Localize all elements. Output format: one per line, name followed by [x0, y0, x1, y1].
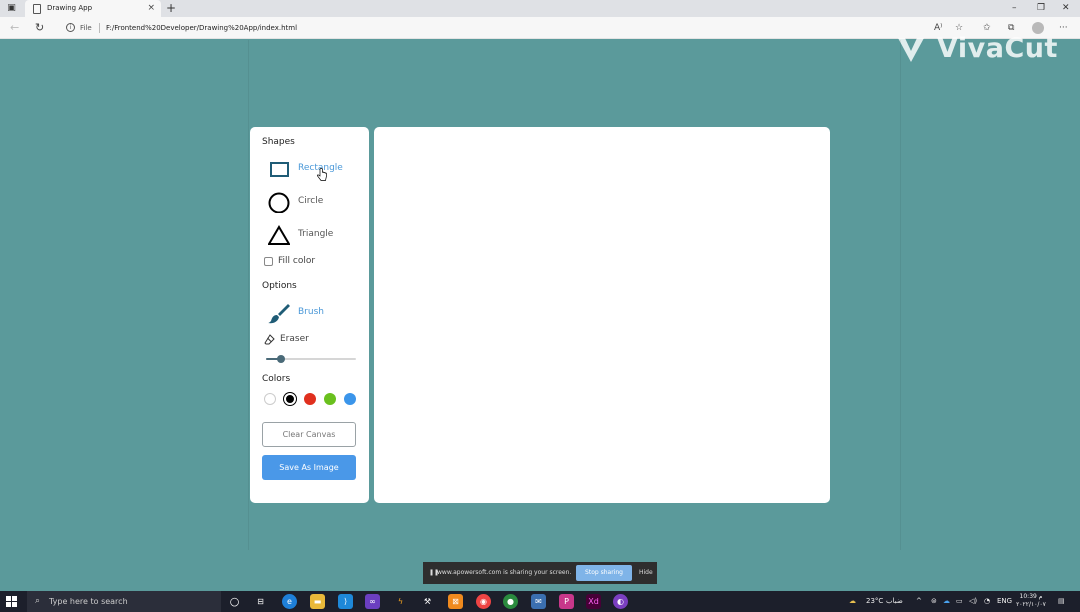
tab-drawing-app[interactable]: Drawing App × — [25, 0, 161, 17]
adobe-xd-icon[interactable]: Xd — [586, 594, 601, 609]
back-button[interactable]: ← — [10, 21, 19, 35]
brush-size-slider[interactable] — [266, 355, 356, 363]
page-icon — [33, 4, 41, 14]
mail-icon[interactable]: ✉ — [531, 594, 546, 609]
tab-actions-icon[interactable]: ▣ — [6, 3, 17, 14]
watermark-text: VivaCut — [937, 33, 1058, 64]
color-swatch[interactable] — [284, 393, 296, 405]
clear-canvas-button[interactable]: Clear Canvas — [262, 422, 356, 447]
tray-chevron-icon[interactable]: ^ — [916, 596, 922, 607]
obs-icon[interactable]: ● — [503, 594, 518, 609]
triangle-icon — [268, 225, 290, 245]
clock-date: ٢٠٢٢/١٠/٠٧ — [1016, 601, 1046, 608]
triangle-label: Triangle — [298, 229, 334, 239]
onedrive-icon[interactable]: ☁ — [943, 596, 950, 607]
xampp-icon[interactable]: ⊠ — [448, 594, 463, 609]
language-indicator[interactable]: ENG — [997, 596, 1012, 607]
chrome-icon[interactable]: ◉ — [476, 594, 491, 609]
task-view-icon[interactable]: ⊟ — [253, 594, 268, 609]
tool-app-icon[interactable]: ⚒ — [420, 594, 435, 609]
page-guide-line — [248, 40, 249, 550]
taskbar-clock[interactable]: 10:39 م ٢٠٢٢/١٠/٠٧ — [1014, 593, 1048, 609]
save-image-button[interactable]: Save As Image — [262, 455, 356, 480]
info-icon[interactable]: i — [66, 23, 75, 32]
hand-cursor-icon — [317, 168, 327, 181]
divider — [99, 23, 100, 33]
options-title: Options — [262, 281, 297, 291]
weather-temp: 23°C — [866, 597, 884, 605]
circle-icon — [268, 192, 290, 213]
brush-label: Brush — [298, 307, 324, 317]
tray-app-icon[interactable]: ⊜ — [931, 596, 937, 607]
color-swatch[interactable] — [344, 393, 356, 405]
cortana-icon[interactable]: ○ — [227, 594, 242, 609]
slider-thumb[interactable] — [277, 355, 286, 363]
github-desktop-icon[interactable]: ◐ — [613, 594, 628, 609]
clock-time: 10:39 م — [1019, 593, 1043, 600]
battery-icon[interactable]: ▭ — [956, 596, 963, 607]
color-swatch[interactable] — [304, 393, 316, 405]
windows-taskbar: ⌕ Type here to search ○ ⊟ e ▬ ⟩ ∞ ϟ ⚒ ⊠ … — [0, 591, 1080, 612]
screen-sharing-bar: ❚❚ www.apowersoft.com is sharing your sc… — [423, 562, 657, 584]
sublime-icon[interactable]: ϟ — [393, 594, 408, 609]
refresh-button[interactable]: ↻ — [35, 21, 44, 35]
notifications-icon[interactable]: ▤ — [1058, 596, 1065, 607]
colors-title: Colors — [262, 374, 291, 384]
eraser-label: Eraser — [280, 334, 309, 344]
file-label: File — [80, 24, 92, 32]
url-field[interactable]: F:/Frontend%20Developer/Drawing%20App/in… — [106, 22, 297, 34]
new-tab-button[interactable]: + — [166, 1, 176, 15]
browser-tab-bar: ▣ Drawing App × + – ❐ ✕ — [0, 0, 1080, 17]
page-guide-line — [900, 40, 901, 550]
app-p-icon[interactable]: P — [559, 594, 574, 609]
color-swatch[interactable] — [324, 393, 336, 405]
sharing-message: www.apowersoft.com is sharing your scree… — [437, 569, 572, 576]
color-swatch[interactable] — [264, 393, 276, 405]
rectangle-icon — [270, 162, 289, 177]
circle-label: Circle — [298, 196, 324, 206]
fill-color-checkbox[interactable] — [264, 257, 273, 266]
windows-start-icon[interactable] — [6, 596, 17, 607]
minimize-button[interactable]: – — [1012, 2, 1017, 15]
volume-icon[interactable]: ◁) — [969, 596, 977, 607]
shapes-title: Shapes — [262, 137, 295, 147]
brush-icon — [268, 304, 290, 324]
close-window-button[interactable]: ✕ — [1062, 2, 1070, 15]
network-icon[interactable]: ◔ — [984, 596, 990, 607]
tools-panel: Shapes Rectangle Circle Triangle Fill co… — [250, 127, 369, 503]
drawing-canvas[interactable] — [374, 127, 830, 503]
tab-title: Drawing App — [47, 4, 93, 12]
more-icon[interactable]: ··· — [1059, 21, 1068, 35]
edge-icon[interactable]: e — [282, 594, 297, 609]
hide-button[interactable]: Hide — [639, 568, 653, 578]
visual-studio-icon[interactable]: ∞ — [365, 594, 380, 609]
search-icon: ⌕ — [35, 596, 41, 606]
weather-icon[interactable]: ☁ — [849, 596, 856, 607]
fill-color-label: Fill color — [278, 256, 316, 266]
file-explorer-icon[interactable]: ▬ — [310, 594, 325, 609]
taskbar-search[interactable]: ⌕ Type here to search — [27, 591, 221, 612]
search-placeholder: Type here to search — [49, 597, 128, 606]
restore-button[interactable]: ❐ — [1037, 2, 1045, 15]
tab-close-icon[interactable]: × — [147, 2, 155, 15]
stop-sharing-button[interactable]: Stop sharing — [576, 565, 632, 581]
eraser-icon — [264, 334, 275, 345]
weather-text: ضباب — [886, 597, 903, 605]
vscode-icon[interactable]: ⟩ — [338, 594, 353, 609]
color-swatches — [264, 392, 364, 406]
